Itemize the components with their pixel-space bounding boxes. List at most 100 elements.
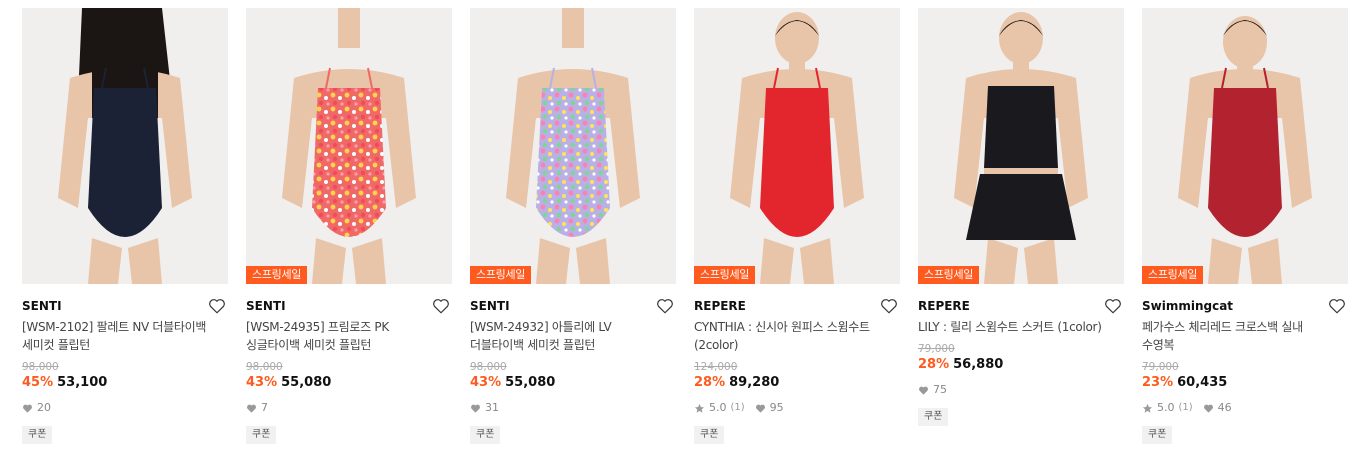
product-photo [918,8,1124,284]
heart-filled-icon [471,404,480,413]
price-row: 45% 53,100 [22,374,228,392]
product-name[interactable]: [WSM-24932] 아틀리에 LV 더블타이백 세미컷 플립턴 [470,318,676,354]
brand-name[interactable]: SENTI [22,296,228,316]
product-card[interactable]: 스프링세일 Swimmingcat 페가수스 체리레드 크로스백 실내 수영복 79… [1142,8,1348,444]
star-icon [1142,403,1153,413]
heart-outline-icon[interactable] [656,297,674,315]
original-price: 98,000 [470,361,507,373]
discount-rate: 23% [1142,375,1174,390]
like-count: 46 [1217,401,1232,414]
heart-filled-icon [23,404,32,413]
original-price: 79,000 [918,343,955,355]
review-count: (1) [730,402,745,413]
like-count: 31 [485,401,499,414]
product-card[interactable]: 스프링세일 REPERE LILY : 릴리 스윔수트 스커트 (1color) 7… [918,8,1124,426]
heart-filled-icon [919,386,928,395]
product-meta: 75 [918,382,1124,398]
coupon-row: 쿠폰 [918,398,1124,426]
product-name[interactable]: CYNTHIA : 신시아 원피스 스윔수트 (2color) [694,318,900,354]
discount-rate: 45% [22,375,54,390]
coupon-tag: 쿠폰 [246,426,277,444]
product-name[interactable]: 페가수스 체리레드 크로스백 실내 수영복 [1142,318,1348,354]
star-icon [694,403,705,413]
product-card[interactable]: 스프링세일 SENTI [WSM-24932] 아틀리에 LV 더블타이백 세미컷… [470,8,676,444]
original-price: 79,000 [1142,361,1179,373]
product-thumbnail[interactable] [22,8,228,284]
coupon-tag: 쿠폰 [694,426,725,444]
product-thumbnail[interactable]: 스프링세일 [694,8,900,284]
product-thumbnail[interactable]: 스프링세일 [918,8,1124,284]
rating-value: 5.0 [1157,401,1175,414]
brand-name[interactable]: REPERE [918,296,1124,316]
product-card[interactable]: 스프링세일 REPERE CYNTHIA : 신시아 원피스 스윔수트 (2col… [694,8,900,444]
brand-name[interactable]: REPERE [694,296,900,316]
coupon-row: 쿠폰 [470,416,676,444]
like-count: 7 [261,401,268,414]
product-meta: 5.0 (1) 46 [1142,400,1348,416]
sale-price: 89,280 [729,375,780,390]
product-name[interactable]: LILY : 릴리 스윔수트 스커트 (1color) [918,318,1124,336]
original-price: 124,000 [694,361,738,373]
discount-rate: 28% [918,357,950,372]
coupon-row: 쿠폰 [1142,416,1348,444]
rating-value: 5.0 [709,401,727,414]
product-thumbnail[interactable]: 스프링세일 [1142,8,1348,284]
brand-name[interactable]: Swimmingcat [1142,296,1348,316]
heart-outline-icon[interactable] [1104,297,1122,315]
product-meta: 7 [246,400,452,416]
product-card[interactable]: SENTI [WSM-2102] 팔레트 NV 더블타이백 세미컷 플립턴 98,… [22,8,228,444]
heart-filled-icon [1203,404,1213,413]
product-thumbnail[interactable]: 스프링세일 [246,8,452,284]
product-meta: 5.0 (1) 95 [694,400,900,416]
spring-sale-badge: 스프링세일 [694,266,756,284]
price-row: 43% 55,080 [246,374,452,392]
product-photo [694,8,900,284]
sale-price: 56,880 [953,357,1004,372]
price-row: 28% 89,280 [694,374,900,392]
product-name[interactable]: [WSM-2102] 팔레트 NV 더블타이백 세미컷 플립턴 [22,318,228,354]
heart-outline-icon[interactable] [208,297,226,315]
coupon-row: 쿠폰 [694,416,900,444]
brand-name[interactable]: SENTI [470,296,676,316]
heart-filled-icon [755,404,765,413]
sale-price: 53,100 [57,375,108,390]
brand-name[interactable]: SENTI [246,296,452,316]
sale-price: 55,080 [281,375,332,390]
product-meta: 20 [22,400,228,416]
like-count: 95 [769,401,784,414]
coupon-row: 쿠폰 [246,416,452,444]
discount-rate: 43% [470,375,502,390]
product-grid: SENTI [WSM-2102] 팔레트 NV 더블타이백 세미컷 플립턴 98,… [0,0,1364,473]
price-row: 43% 55,080 [470,374,676,392]
like-count: 75 [933,383,947,396]
discount-rate: 28% [694,375,726,390]
price-row: 28% 56,880 [918,356,1124,374]
product-photo [1142,8,1348,284]
heart-outline-icon[interactable] [1328,297,1346,315]
original-price: 98,000 [246,361,283,373]
heart-filled-icon [247,404,256,413]
spring-sale-badge: 스프링세일 [470,266,532,284]
original-price: 98,000 [22,361,59,373]
product-photo [246,8,452,284]
heart-outline-icon[interactable] [432,297,450,315]
spring-sale-badge: 스프링세일 [1142,266,1204,284]
product-thumbnail[interactable]: 스프링세일 [470,8,676,284]
discount-rate: 43% [246,375,278,390]
product-card[interactable]: 스프링세일 SENTI [WSM-24935] 프림로즈 PK 싱글타이백 세미컷… [246,8,452,444]
coupon-tag: 쿠폰 [918,408,949,426]
product-name[interactable]: [WSM-24935] 프림로즈 PK 싱글타이백 세미컷 플립턴 [246,318,452,354]
like-count: 20 [37,401,51,414]
coupon-tag: 쿠폰 [1142,426,1173,444]
sale-price: 55,080 [505,375,556,390]
spring-sale-badge: 스프링세일 [246,266,308,284]
coupon-tag: 쿠폰 [470,426,501,444]
heart-outline-icon[interactable] [880,297,898,315]
product-meta: 31 [470,400,676,416]
review-count: (1) [1178,402,1193,413]
coupon-row: 쿠폰 [22,416,228,444]
product-photo [22,8,228,284]
product-photo [470,8,676,284]
coupon-tag: 쿠폰 [22,426,53,444]
spring-sale-badge: 스프링세일 [918,266,980,284]
